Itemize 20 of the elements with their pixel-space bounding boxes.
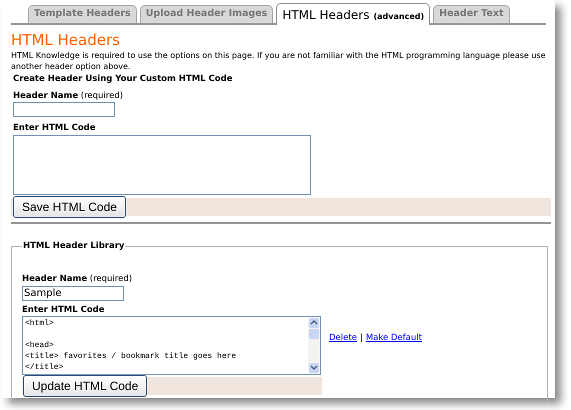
header-name-field[interactable]: [13, 102, 115, 118]
make-default-link[interactable]: Make Default: [366, 332, 422, 346]
field-label: Header Name (required): [22, 272, 134, 286]
code-text: <html> <head> <title> favorites / bookmark title goes here </title>: [24, 318, 238, 374]
page-heading: HTML Headers: [11, 31, 121, 50]
panel-legend: HTML Header Library: [22, 240, 126, 253]
header-name-field[interactable]: Sample: [22, 286, 124, 300]
field-label: Header Name (required): [13, 90, 124, 102]
delete-link[interactable]: Delete: [329, 332, 357, 346]
field-label: Enter HTML Code: [22, 304, 106, 316]
section-title: Create Header Using Your Custom HTML Code: [13, 72, 234, 86]
intro-text: HTML Knowledge is required to use the options on this page. If you are not familiar with the HTML programming language please use another header option above.: [11, 50, 547, 72]
update-button[interactable]: Update HTML Code: [23, 375, 148, 398]
tab[interactable]: HTML Headers (advanced): [276, 3, 430, 25]
link-separator: |: [360, 332, 363, 346]
html-code-field[interactable]: [13, 135, 311, 195]
save-button[interactable]: Save HTML Code: [13, 196, 126, 218]
field-label: Enter HTML Code: [13, 122, 97, 135]
html-code-field[interactable]: <html> <head> <title> favorites / bookmark title goes here </title>: [22, 316, 321, 376]
scrollbar-icon: [308, 317, 320, 374]
